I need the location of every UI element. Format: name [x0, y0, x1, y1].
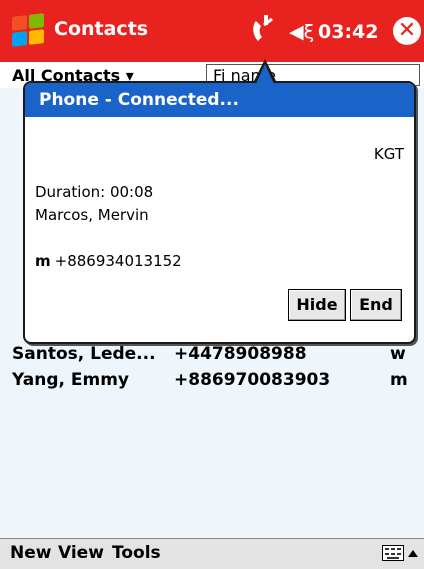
end-call-button[interactable]: End	[350, 289, 402, 321]
phone-active-icon[interactable]	[250, 15, 276, 47]
carrier-label: KGT	[373, 145, 404, 163]
contact-phone: +886970083903	[174, 370, 331, 390]
contact-phone: +4478908988	[174, 344, 307, 364]
menu-tools[interactable]: Tools	[112, 543, 161, 563]
up-arrow-icon[interactable]	[408, 550, 418, 557]
windows-start-icon[interactable]	[10, 13, 46, 48]
speaker-icon[interactable]: ◀ξ	[289, 21, 314, 43]
list-item[interactable]: Santos, Lede... +4478908988 w	[0, 342, 424, 368]
title-bar: Contacts ◀ξ 03:42 ✕	[0, 0, 424, 62]
caller-number-line: m +886934013152	[35, 252, 182, 270]
clock[interactable]: 03:42	[318, 21, 378, 43]
phone-connected-popup: Phone - Connected... KGT Duration: 00:08…	[23, 59, 416, 344]
caller-number: +886934013152	[54, 252, 182, 270]
menu-bar: New View Tools	[0, 538, 424, 569]
contact-phone-type: m	[390, 370, 408, 390]
keyboard-icon[interactable]	[382, 545, 404, 561]
popup-header: Phone - Connected...	[25, 83, 414, 117]
list-item[interactable]: Yang, Emmy +886970083903 m	[0, 368, 424, 394]
menu-new[interactable]: New	[10, 543, 51, 563]
hide-button[interactable]: Hide	[288, 289, 346, 321]
contact-phone-type: w	[390, 344, 406, 364]
menu-view[interactable]: View	[58, 543, 104, 563]
popup-pointer-fill	[256, 64, 274, 84]
number-type: m	[35, 252, 51, 270]
close-button[interactable]: ✕	[393, 17, 421, 45]
popup-title: Phone - Connected...	[39, 90, 239, 110]
contact-name: Yang, Emmy	[12, 370, 129, 390]
contact-name: Santos, Lede...	[12, 344, 156, 364]
caller-name: Marcos, Mervin	[35, 206, 149, 224]
call-duration: Duration: 00:08	[35, 183, 154, 201]
app-title: Contacts	[54, 18, 149, 40]
